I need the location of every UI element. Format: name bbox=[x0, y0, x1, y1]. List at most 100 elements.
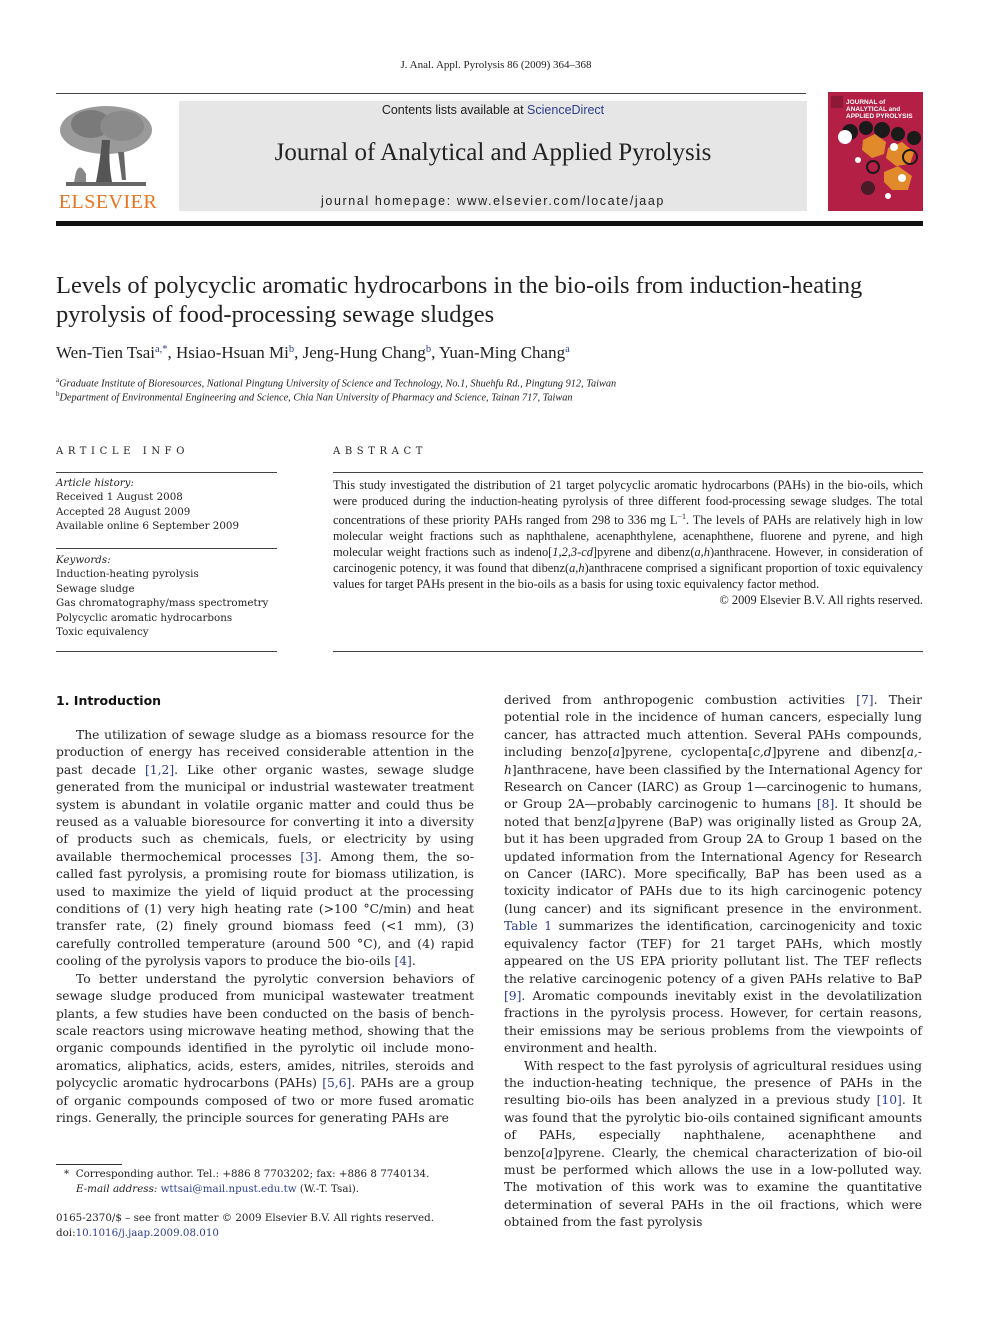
article-info-rule bbox=[56, 472, 277, 473]
sciencedirect-link[interactable]: ScienceDirect bbox=[527, 103, 604, 117]
article-title: Levels of polycyclic aromatic hydrocarbo… bbox=[56, 271, 936, 329]
author[interactable]: Hsiao-Hsuan Mib bbox=[176, 343, 294, 362]
author-separator: , bbox=[431, 343, 439, 362]
citation-link[interactable]: [5,6] bbox=[322, 1076, 351, 1090]
footnote-star: * bbox=[64, 1168, 70, 1180]
affiliation: aGraduate Institute of Bioresources, Nat… bbox=[56, 376, 616, 389]
body-text: With respect to the fast pyrolysis of ag… bbox=[504, 1058, 922, 1108]
italic-text: a bbox=[612, 745, 621, 760]
author-list: Wen-Tien Tsaia,*, Hsiao-Hsuan Mib, Jeng-… bbox=[56, 343, 570, 363]
article-info-rule bbox=[56, 548, 277, 549]
citation-link[interactable]: [9] bbox=[504, 989, 521, 1003]
elsevier-logo[interactable]: ELSEVIER bbox=[56, 102, 160, 214]
body-text: . Among them, the so-called fast pyrolys… bbox=[56, 849, 474, 969]
cover-title-line: JOURNAL of bbox=[846, 99, 886, 106]
abstract-paragraph: This study investigated the distribution… bbox=[333, 477, 923, 592]
citation-link[interactable]: [10] bbox=[877, 1093, 902, 1107]
title-line: pyrolysis of food-processing sewage slud… bbox=[56, 301, 495, 328]
cover-title-line: ANALYTICAL and bbox=[846, 106, 901, 113]
doi-link[interactable]: 10.1016/j.jaap.2009.08.010 bbox=[76, 1227, 219, 1239]
author-name: Yuan-Ming Chang bbox=[439, 343, 566, 362]
article-info-heading: ARTICLE INFO bbox=[56, 446, 190, 457]
front-matter: 0165-2370/$ – see front matter © 2009 El… bbox=[56, 1211, 434, 1240]
citation-link[interactable]: [8] bbox=[817, 797, 834, 811]
body-text: . Aromatic compounds inevitably exist in… bbox=[504, 988, 922, 1056]
doi-prefix: doi: bbox=[56, 1226, 76, 1239]
body-text: summarizes the identification, carcinoge… bbox=[504, 919, 922, 986]
keyword: Induction-heating pyrolysis bbox=[56, 568, 199, 581]
author[interactable]: Wen-Tien Tsaia,* bbox=[56, 343, 168, 362]
email-suffix: (W.-T. Tsai). bbox=[296, 1182, 360, 1195]
cover-title-line: APPLIED PYROLYSIS bbox=[846, 113, 913, 120]
journal-homepage[interactable]: journal homepage: www.elsevier.com/locat… bbox=[179, 194, 807, 208]
affiliation-text: Department of Environmental Engineering … bbox=[59, 392, 573, 404]
keyword: Polycyclic aromatic hydrocarbons bbox=[56, 611, 233, 624]
article-info-rule bbox=[56, 651, 277, 652]
author[interactable]: Yuan-Ming Changa bbox=[439, 343, 570, 362]
author-name: Hsiao-Hsuan Mi bbox=[176, 343, 289, 362]
journal-cover[interactable]: JOURNAL of ANALYTICAL and APPLIED PYROLY… bbox=[828, 92, 923, 211]
body-text: derived from anthropogenic combustion ac… bbox=[504, 693, 857, 707]
author-separator: , bbox=[167, 343, 177, 362]
citation-link[interactable]: [4] bbox=[394, 954, 411, 968]
italic-text: c,d bbox=[753, 745, 772, 760]
author-email-link[interactable]: wttsai@mail.npust.edu.tw bbox=[161, 1183, 297, 1195]
contents-prefix: Contents lists available at bbox=[381, 103, 528, 117]
author-name: Jeng-Hung Chang bbox=[302, 343, 426, 362]
abstract-body: This study investigated the distribution… bbox=[333, 477, 923, 608]
affiliation: bDepartment of Environmental Engineering… bbox=[56, 390, 573, 403]
corresponding-author-note: * Corresponding author. Tel.: +886 8 770… bbox=[64, 1167, 429, 1196]
section-heading-introduction: 1. Introduction bbox=[56, 693, 162, 708]
paragraph: With respect to the fast pyrolysis of ag… bbox=[504, 1058, 922, 1232]
citation-link[interactable]: [3] bbox=[300, 850, 317, 864]
paragraph: The utilization of sewage sludge as a bi… bbox=[56, 727, 474, 971]
history-item: Accepted 28 August 2009 bbox=[56, 505, 191, 518]
abstract-italic: a,h bbox=[569, 561, 585, 576]
abstract-copyright: © 2009 Elsevier B.V. All rights reserved… bbox=[719, 593, 923, 608]
body-column-left: The utilization of sewage sludge as a bi… bbox=[56, 727, 474, 1127]
masthead-rule bbox=[56, 221, 923, 226]
body-text: . bbox=[411, 954, 416, 969]
keyword: Sewage sludge bbox=[56, 582, 135, 595]
affiliation-text: Graduate Institute of Bioresources, Nati… bbox=[59, 378, 617, 390]
citation-link[interactable]: [7] bbox=[856, 693, 873, 707]
paragraph: derived from anthropogenic combustion ac… bbox=[504, 692, 922, 1058]
italic-text: a bbox=[608, 814, 616, 829]
author-name: Wen-Tien Tsai bbox=[56, 343, 155, 362]
author-affil-marker[interactable]: a,* bbox=[155, 344, 168, 355]
keyword: Gas chromatography/mass spectrometry bbox=[56, 597, 269, 610]
paragraph: To better understand the pyrolytic conve… bbox=[56, 971, 474, 1128]
author[interactable]: Jeng-Hung Changb bbox=[303, 343, 431, 362]
keywords: Keywords: Induction-heating pyrolysis Se… bbox=[56, 553, 268, 639]
body-text: . Like other organic wastes, sewage slud… bbox=[56, 762, 474, 864]
front-matter-text: 0165-2370/$ – see front matter © 2009 El… bbox=[56, 1212, 434, 1224]
citation-link[interactable]: Table 1 bbox=[504, 919, 552, 933]
contents-line: Contents lists available at ScienceDirec… bbox=[179, 103, 807, 117]
body-column-right: derived from anthropogenic combustion ac… bbox=[504, 692, 922, 1232]
elsevier-wordmark: ELSEVIER bbox=[58, 191, 158, 213]
abstract-rule bbox=[333, 472, 923, 473]
footnote-rule bbox=[56, 1164, 122, 1165]
header-rule bbox=[56, 93, 806, 94]
keywords-label: Keywords: bbox=[56, 554, 111, 566]
citation-link[interactable]: [1,2] bbox=[145, 763, 174, 777]
author-separator: , bbox=[294, 343, 303, 362]
history-item: Received 1 August 2008 bbox=[56, 491, 183, 504]
body-text: ]pyrene, cyclopenta[ bbox=[620, 745, 754, 760]
abstract-italic: a,h bbox=[694, 545, 710, 560]
abstract-heading: ABSTRACT bbox=[333, 446, 427, 457]
body-text: ]pyrene and dibenz[ bbox=[771, 745, 907, 760]
history-item: Available online 6 September 2009 bbox=[56, 520, 240, 533]
keyword: Toxic equivalency bbox=[56, 626, 149, 639]
article-history: Article history: Received 1 August 2008 … bbox=[56, 476, 239, 534]
author-affil-marker[interactable]: a bbox=[565, 344, 570, 355]
journal-title: Journal of Analytical and Applied Pyroly… bbox=[274, 139, 712, 166]
journal-citation: J. Anal. Appl. Pyrolysis 86 (2009) 364–3… bbox=[400, 59, 592, 71]
body-text: To better understand the pyrolytic conve… bbox=[56, 971, 474, 1091]
abstract-rule bbox=[333, 651, 923, 652]
cover-title: JOURNAL of ANALYTICAL and APPLIED PYROLY… bbox=[846, 99, 913, 120]
email-label: E-mail address: bbox=[76, 1182, 158, 1195]
journal-banner: Contents lists available at ScienceDirec… bbox=[179, 101, 807, 211]
title-line: Levels of polycyclic aromatic hydrocarbo… bbox=[56, 272, 863, 299]
history-label: Article history: bbox=[56, 477, 134, 489]
